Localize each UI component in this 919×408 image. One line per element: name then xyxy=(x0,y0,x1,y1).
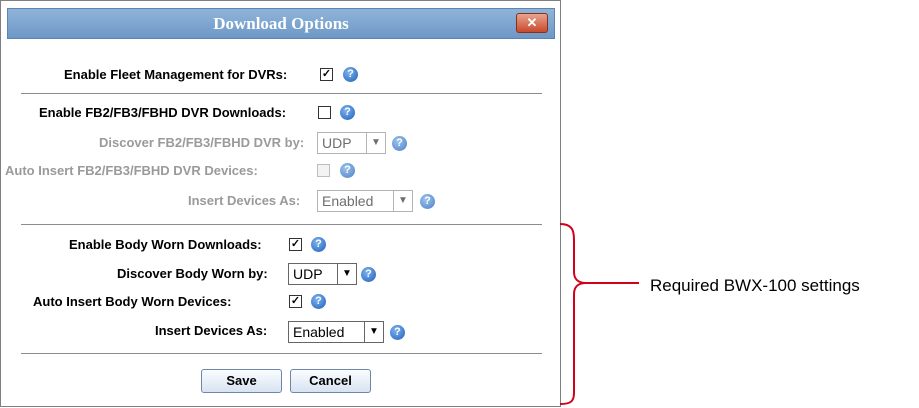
help-icon[interactable]: ? xyxy=(311,294,326,309)
help-icon[interactable]: ? xyxy=(390,325,405,340)
help-icon[interactable]: ? xyxy=(392,136,407,151)
annotation-label: Required BWX-100 settings xyxy=(650,276,860,295)
help-icon[interactable]: ? xyxy=(340,163,355,178)
section-divider xyxy=(21,224,542,225)
fb-insert-as-label: Insert Devices As: xyxy=(188,193,301,208)
help-icon[interactable]: ? xyxy=(343,67,358,82)
close-button[interactable]: ✕ xyxy=(516,13,548,33)
chevron-down-icon: ▼ xyxy=(366,133,385,153)
download-options-dialog: Download Options ✕ Enable Fleet Manageme… xyxy=(0,0,561,407)
chevron-down-icon: ▼ xyxy=(364,322,383,342)
chevron-down-icon: ▼ xyxy=(337,264,356,284)
curly-brace xyxy=(559,223,587,405)
fleet-management-label: Enable Fleet Management for DVRs: xyxy=(64,67,288,82)
bw-auto-insert-label: Auto Insert Body Worn Devices: xyxy=(33,294,232,309)
bw-discover-value: UDP xyxy=(293,266,323,282)
fleet-management-checkbox[interactable]: ✓ xyxy=(320,68,333,81)
bw-insert-as-label: Insert Devices As: xyxy=(155,323,268,338)
dialog-titlebar: Download Options ✕ xyxy=(7,8,555,39)
bw-enable-checkbox[interactable]: ✓ xyxy=(289,238,302,251)
fb-discover-label: Discover FB2/FB3/FBHD DVR by: xyxy=(99,135,305,150)
help-icon[interactable]: ? xyxy=(340,105,355,120)
bw-enable-label: Enable Body Worn Downloads: xyxy=(69,237,262,252)
help-icon[interactable]: ? xyxy=(311,237,326,252)
chevron-down-icon: ▼ xyxy=(393,191,412,211)
fb-enable-checkbox[interactable] xyxy=(318,106,331,119)
fb-auto-insert-label: Auto Insert FB2/FB3/FBHD DVR Devices: xyxy=(5,163,258,178)
bw-insert-as-select[interactable]: Enabled ▼ xyxy=(288,321,384,343)
bw-discover-select[interactable]: UDP ▼ xyxy=(288,263,357,285)
fb-discover-select: UDP ▼ xyxy=(317,132,386,154)
save-button[interactable]: Save xyxy=(201,369,282,393)
cancel-button[interactable]: Cancel xyxy=(290,369,371,393)
help-icon[interactable]: ? xyxy=(361,267,376,282)
help-icon[interactable]: ? xyxy=(420,194,435,209)
section-divider xyxy=(21,353,542,354)
bw-discover-label: Discover Body Worn by: xyxy=(117,266,268,281)
fb-discover-value: UDP xyxy=(322,135,352,151)
bw-insert-as-value: Enabled xyxy=(293,324,345,340)
dialog-title: Download Options xyxy=(213,14,349,33)
fb-auto-insert-checkbox xyxy=(317,164,330,177)
fb-enable-label: Enable FB2/FB3/FBHD DVR Downloads: xyxy=(39,105,287,120)
fb-insert-as-select: Enabled ▼ xyxy=(317,190,413,212)
bw-auto-insert-checkbox[interactable]: ✓ xyxy=(289,295,302,308)
section-divider xyxy=(21,93,542,94)
fb-insert-as-value: Enabled xyxy=(322,193,374,209)
